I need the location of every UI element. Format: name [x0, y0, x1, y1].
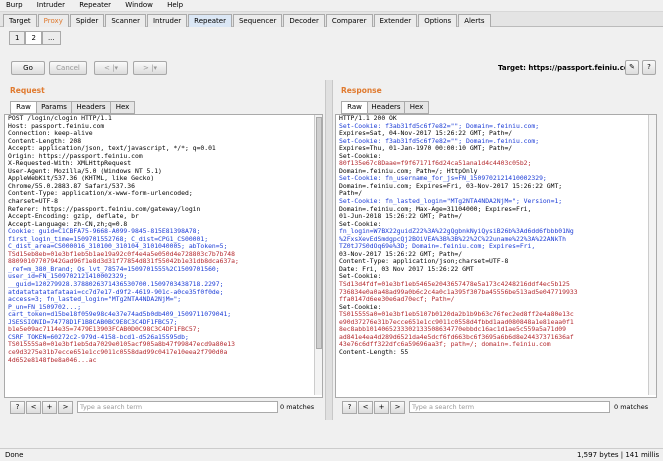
request-search-add-button[interactable]: +: [42, 401, 57, 414]
request-search-prev-button[interactable]: <: [26, 401, 41, 414]
code-line: Domain=.feiniu.com; Expires=Fri, 03-Nov-…: [339, 181, 563, 190]
status-bar: Done 1,597 bytes | 141 millis: [0, 448, 663, 461]
response-search-prev-button[interactable]: <: [358, 401, 373, 414]
code-line: 4d652e8148fbe8a046...ac: [8, 355, 97, 364]
tab-comparer[interactable]: Comparer: [325, 14, 373, 27]
main-tab-bar: Target Proxy Spider Scanner Intruder Repeater…: [0, 12, 663, 27]
response-match-count: 0 matches: [614, 403, 649, 411]
request-tab-hex[interactable]: Hex: [110, 101, 135, 114]
response-tab-hex[interactable]: Hex: [404, 101, 429, 114]
go-button[interactable]: Go: [11, 61, 45, 75]
request-search-help-button[interactable]: ?: [10, 401, 25, 414]
response-tab-headers[interactable]: Headers: [367, 101, 405, 114]
cancel-button[interactable]: Cancel: [49, 61, 87, 75]
request-editor[interactable]: POST /login/clogin HTTP/1.1 Host: passpor…: [4, 114, 323, 398]
subtab-more[interactable]: ...: [41, 31, 61, 45]
code-line: 01-Jun-2018 15:26:22 GMT; Path=/: [339, 212, 463, 221]
response-search-bar: ? < + > Type a search term 0 matches: [342, 401, 656, 414]
pencil-icon[interactable]: ✎: [625, 60, 639, 75]
menu-bar: Burp Intruder Repeater Window Help: [0, 0, 663, 12]
code-line: ffa0147d6ee30e6ad70ecf; Path=/: [339, 295, 455, 304]
request-search-input[interactable]: Type a search term: [77, 401, 278, 413]
tab-proxy[interactable]: Proxy: [37, 14, 69, 27]
request-match-count: 0 matches: [280, 403, 315, 411]
response-title: Response: [341, 86, 382, 95]
request-tab-params[interactable]: Params: [36, 101, 72, 114]
menu-window[interactable]: Window: [119, 0, 159, 10]
request-search-bar: ? < + > Type a search term 0 matches: [10, 401, 320, 414]
response-search-help-button[interactable]: ?: [342, 401, 357, 414]
request-title: Request: [10, 86, 45, 95]
response-search-input[interactable]: Type a search term: [409, 401, 610, 413]
forward-button[interactable]: > |▾: [133, 61, 167, 75]
request-scroll-thumb[interactable]: [316, 117, 322, 349]
response-editor[interactable]: HTTP/1.1 200 OK Set-Cookie: f3ab31fd5c6f7…: [335, 114, 657, 398]
menu-burp[interactable]: Burp: [0, 0, 29, 10]
tab-intruder[interactable]: Intruder: [146, 14, 188, 27]
tab-alerts[interactable]: Alerts: [458, 14, 491, 27]
tab-repeater[interactable]: Repeater: [188, 14, 232, 27]
tab-sequencer[interactable]: Sequencer: [232, 14, 283, 27]
menu-help[interactable]: Help: [161, 0, 189, 10]
response-search-add-button[interactable]: +: [374, 401, 389, 414]
status-text: Done: [5, 451, 24, 459]
menu-repeater[interactable]: Repeater: [73, 0, 117, 10]
response-body[interactable]: HTTP/1.1 200 OK Set-Cookie: f3ab31fd5c6f7…: [336, 115, 656, 357]
code-line: Expires=Thu, 01-Jan-1970 00:00:10 GMT; P…: [339, 144, 513, 153]
response-scrollbar[interactable]: [648, 115, 656, 395]
tab-options[interactable]: Options: [418, 14, 458, 27]
code-line: Content-Length: 55: [339, 347, 409, 356]
request-search-next-button[interactable]: >: [58, 401, 73, 414]
tab-scanner[interactable]: Scanner: [105, 14, 146, 27]
repeater-subtab-bar: 1 2...: [0, 31, 663, 46]
response-search-next-button[interactable]: >: [390, 401, 405, 414]
back-button[interactable]: < |▾: [94, 61, 128, 75]
tab-extender[interactable]: Extender: [373, 14, 418, 27]
target-label: Target: https://passport.feiniu.com: [498, 64, 636, 72]
subtab-2[interactable]: 2: [25, 31, 42, 45]
request-tab-raw[interactable]: Raw: [10, 101, 37, 114]
code-line: Date: Fri, 03 Nov 2017 15:26:22 GMT: [339, 264, 474, 273]
request-scrollbar[interactable]: [314, 115, 322, 395]
response-size-timing: 1,597 bytes | 141 millis: [577, 451, 660, 459]
split-divider[interactable]: [325, 80, 333, 420]
tab-decoder[interactable]: Decoder: [283, 14, 325, 27]
tab-spider[interactable]: Spider: [69, 14, 105, 27]
request-body[interactable]: POST /login/clogin HTTP/1.1 Host: passpor…: [5, 115, 322, 364]
menu-intruder[interactable]: Intruder: [31, 0, 71, 10]
tab-target[interactable]: Target: [3, 14, 37, 27]
subtab-1[interactable]: 1: [9, 31, 26, 45]
request-tab-headers[interactable]: Headers: [71, 101, 111, 114]
response-tab-raw[interactable]: Raw: [341, 101, 368, 114]
help-icon[interactable]: ?: [642, 60, 656, 75]
